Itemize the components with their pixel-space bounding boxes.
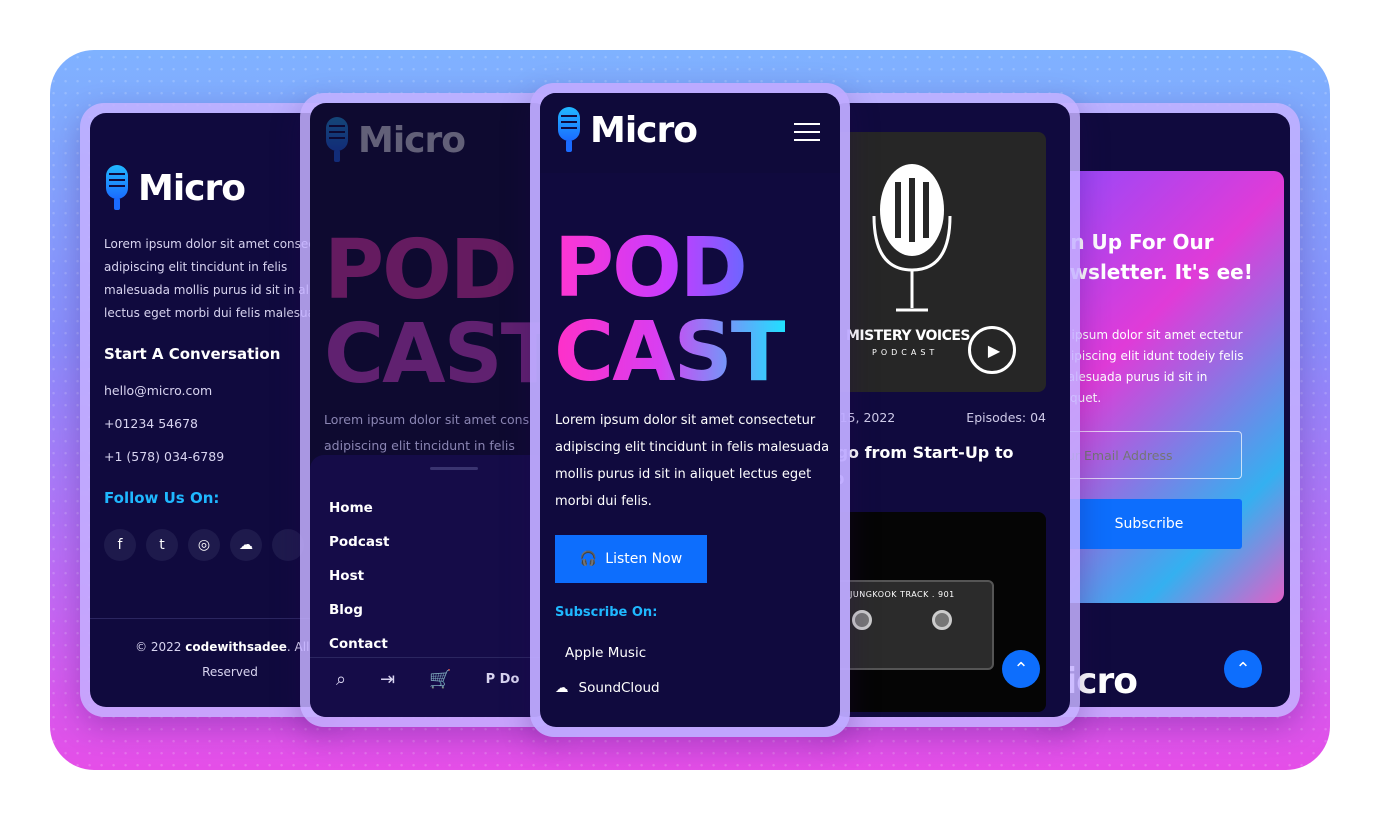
platform-soundcloud[interactable]: ☁ SoundCloud <box>555 680 660 696</box>
contact-phone-1[interactable]: +01234 54678 <box>104 416 198 431</box>
menu-hero-title: POD CAST <box>324 223 550 402</box>
paypal-icon: P <box>485 672 500 687</box>
footer-description: Lorem ipsum dolor sit amet consectetur a… <box>104 237 330 320</box>
podcast-title: MISTERY VOICES <box>846 328 970 344</box>
nav-menu: Home Podcast Host Blog Contact <box>329 491 389 661</box>
menu-phone-frame: Micro POD CAST Lorem ipsum dolor sit ame… <box>300 93 560 727</box>
episodes-phone-frame: MISTERY VOICES PODCAST ▶ eb 15, 2022 Epi… <box>820 93 1080 727</box>
hamburger-menu-icon[interactable] <box>794 123 820 141</box>
logo-text: Micro <box>358 119 466 161</box>
nav-home[interactable]: Home <box>329 491 389 525</box>
scroll-top-button[interactable]: ⌃ <box>1224 650 1262 688</box>
subscribe-button[interactable]: Subscribe <box>1056 499 1242 549</box>
podcast-subtitle: PODCAST <box>872 348 939 357</box>
subscribe-heading: Subscribe On: <box>555 605 658 620</box>
hero-description: Lorem ipsum dolor sit amet consectetur a… <box>555 413 830 509</box>
copyright: © 2022 codewithsadee. All Ri Reserved <box>135 640 325 679</box>
hero-screen: Micro POD CAST Lorem ipsum dolor sit ame… <box>540 93 840 727</box>
episode-title[interactable]: o go from Start-Up to Up <box>830 440 1030 492</box>
search-icon[interactable]: ⌕ <box>336 669 346 690</box>
nav-host[interactable]: Host <box>329 559 389 593</box>
episode-count: Episodes: 04 <box>966 410 1046 425</box>
hero-phone-frame: Micro POD CAST Lorem ipsum dolor sit ame… <box>530 83 850 737</box>
play-icon: ▶ <box>987 340 1001 360</box>
follow-heading: Follow Us On: <box>104 489 220 507</box>
contact-heading: Start A Conversation <box>104 345 281 363</box>
soundcloud-icon[interactable]: ☁ <box>230 529 262 561</box>
menu-screen: Micro POD CAST Lorem ipsum dolor sit ame… <box>310 103 550 717</box>
chevron-up-icon: ⌃ <box>1013 658 1029 680</box>
newsletter-heading: gn Up For Our ewsletter. It's ee! <box>1056 230 1253 284</box>
twitter-icon[interactable]: t <box>146 529 178 561</box>
platform-apple-music[interactable]: Apple Music <box>555 645 646 661</box>
nav-blog[interactable]: Blog <box>329 593 389 627</box>
nav-podcast[interactable]: Podcast <box>329 525 389 559</box>
episode-cover[interactable]: MISTERY VOICES PODCAST ▶ <box>830 132 1046 392</box>
donate-button[interactable]: P Do <box>486 672 520 687</box>
footer-logo[interactable]: Micro <box>106 165 246 211</box>
showcase-background: Micro Lorem ipsum dolor sit amet consect… <box>50 50 1330 770</box>
menu-logo[interactable]: Micro <box>326 117 466 163</box>
headphones-icon: 🎧 <box>579 551 598 567</box>
email-input[interactable] <box>1056 431 1242 479</box>
copyright-brand-link[interactable]: codewithsadee <box>185 640 287 654</box>
nav-drawer: Home Podcast Host Blog Contact ⌕ ⇥ 🛒 P D… <box>310 455 550 717</box>
logo-text: Micro <box>590 109 698 151</box>
newsletter-screen: gn Up For Our ewsletter. It's ee! m ipsu… <box>1050 113 1290 707</box>
menu-lorem: Lorem ipsum dolor sit amet cons adipisci… <box>324 412 530 453</box>
instagram-icon[interactable]: ◎ <box>188 529 220 561</box>
login-icon[interactable]: ⇥ <box>380 669 395 690</box>
scroll-top-button[interactable]: ⌃ <box>1002 650 1040 688</box>
hero-logo[interactable]: Micro <box>558 107 698 153</box>
cart-icon[interactable]: 🛒 <box>429 669 451 690</box>
social-icons-row: f t ◎ ☁ <box>104 529 304 561</box>
newsletter-card: gn Up For Our ewsletter. It's ee! m ipsu… <box>1050 171 1284 603</box>
soundcloud-icon: ☁ <box>555 680 569 696</box>
episodes-screen: MISTERY VOICES PODCAST ▶ eb 15, 2022 Epi… <box>830 103 1070 717</box>
microphone-icon <box>106 165 128 211</box>
drawer-toolbar: ⌕ ⇥ 🛒 P Do <box>336 669 519 690</box>
listen-now-button[interactable]: 🎧 Listen Now <box>555 535 707 583</box>
contact-phone-2[interactable]: +1 (578) 034-6789 <box>104 449 224 464</box>
footer-screen: Micro Lorem ipsum dolor sit amet consect… <box>90 113 330 707</box>
cassette-tape: JUNGKOOK TRACK . 901 <box>830 580 994 670</box>
facebook-icon[interactable]: f <box>104 529 136 561</box>
drawer-handle[interactable] <box>430 467 478 470</box>
microphone-icon <box>326 117 348 163</box>
play-button[interactable]: ▶ <box>968 326 1016 374</box>
logo-text: Micro <box>138 167 246 209</box>
nav-contact[interactable]: Contact <box>329 627 389 661</box>
contact-email[interactable]: hello@micro.com <box>104 383 212 398</box>
hero-title: POD CAST <box>554 221 787 400</box>
cassette-label: JUNGKOOK TRACK . 901 <box>850 590 955 599</box>
newsletter-text: m ipsum dolor sit amet ectetur adipiscin… <box>1056 328 1244 405</box>
microphone-icon <box>558 107 580 153</box>
chevron-up-icon: ⌃ <box>1235 658 1251 680</box>
